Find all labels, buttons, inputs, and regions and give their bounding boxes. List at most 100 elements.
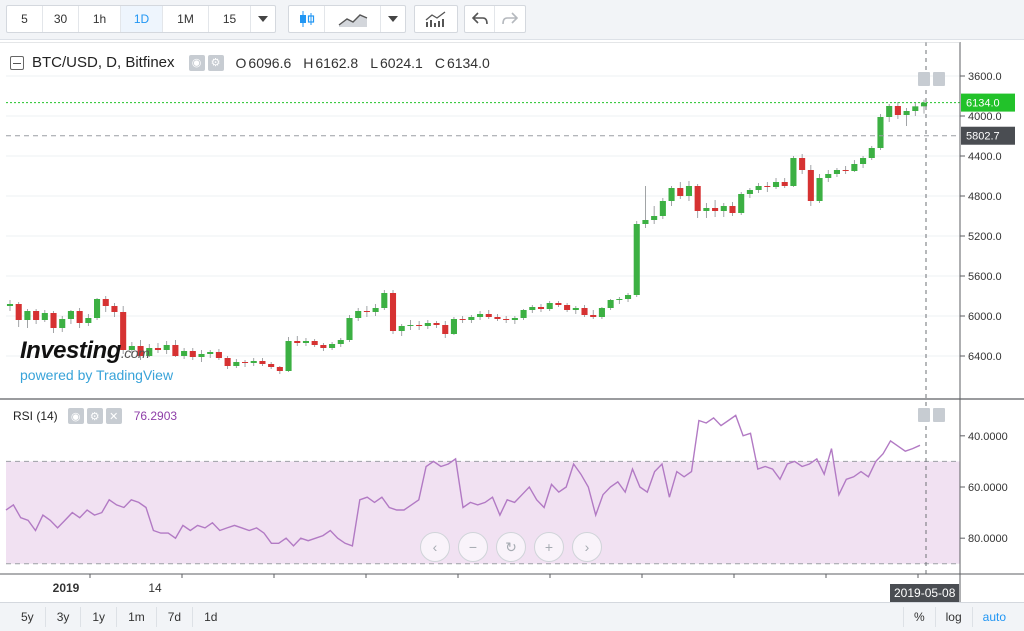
- chart-area[interactable]: 6134.0 5802.7 6400.0 6000.0 5600.0 5200.0 480…: [0, 42, 1024, 602]
- range-7d[interactable]: 7d: [157, 607, 194, 627]
- candle-body: [363, 311, 370, 312]
- candlestick-icon: [299, 11, 314, 27]
- close-icon[interactable]: ✕: [105, 408, 122, 424]
- candle-body: [555, 303, 562, 305]
- reset-button[interactable]: ↻: [496, 532, 526, 562]
- candles-style-button[interactable]: [289, 6, 325, 32]
- last-price-label: 6134.0: [966, 98, 1000, 110]
- main-legend: BTC/USD, D, Bitfinex ◉ ⚙ O 6096.6 H 6162.8…: [10, 54, 490, 71]
- visibility-icon[interactable]: ◉: [188, 54, 205, 71]
- area-style-button[interactable]: [325, 6, 381, 32]
- interval-5[interactable]: 5: [7, 6, 43, 32]
- range-1y[interactable]: 1y: [81, 607, 118, 627]
- price-tick-label: 4800.0: [968, 191, 1002, 203]
- bottom-bar: 5y 3y 1y 1m 7d 1d % log auto: [0, 602, 1024, 631]
- range-selector: 5y 3y 1y 1m 7d 1d: [10, 607, 228, 627]
- candle-body: [294, 341, 301, 343]
- undo-button[interactable]: [465, 6, 495, 32]
- history-group: [464, 5, 526, 33]
- rsi-tick-label: 80.0000: [968, 533, 1008, 545]
- candle-body: [372, 308, 379, 312]
- candle-body: [755, 186, 762, 190]
- auto-scale-button[interactable]: auto: [971, 607, 1016, 627]
- candle-body: [607, 300, 614, 308]
- indicators-group: [414, 5, 458, 33]
- candle-body: [494, 317, 501, 319]
- candle-body: [642, 220, 649, 224]
- candle-body: [50, 313, 57, 328]
- collapse-icon[interactable]: [10, 55, 24, 70]
- chevron-down-icon: [258, 16, 268, 22]
- range-5y[interactable]: 5y: [10, 607, 46, 627]
- candle-body: [590, 315, 597, 317]
- candle-body: [546, 303, 553, 309]
- plus-icon: +: [544, 539, 554, 555]
- log-scale-button[interactable]: log: [934, 607, 972, 627]
- candle-body: [407, 325, 414, 326]
- candle-body: [59, 319, 66, 328]
- candle-body: [468, 317, 475, 320]
- candle-body: [799, 158, 806, 170]
- interval-1d[interactable]: 1D: [121, 6, 163, 32]
- candle-body: [738, 194, 745, 213]
- settings-icon[interactable]: ⚙: [86, 408, 103, 424]
- candle-body: [329, 344, 336, 348]
- interval-1h[interactable]: 1h: [79, 6, 121, 32]
- low-value: L 6024.1: [370, 54, 423, 71]
- zoom-out-button[interactable]: −: [458, 532, 488, 562]
- price-tick-label: 6400.0: [968, 351, 1002, 363]
- candle-body: [511, 318, 518, 320]
- candle-body: [285, 341, 292, 371]
- area-chart-icon: [338, 14, 367, 27]
- interval-1m[interactable]: 1M: [163, 6, 209, 32]
- visibility-icon[interactable]: ◉: [67, 408, 84, 424]
- watermark: Investing.com powered by TradingView: [20, 337, 173, 383]
- candle-body: [181, 351, 188, 356]
- chart-canvas[interactable]: 6134.0 5802.7 6400.0 6000.0 5600.0 5200.0 480…: [0, 42, 1024, 602]
- high-value: H 6162.8: [303, 54, 359, 71]
- chart-app: 5 30 1h 1D 1M 15 6134.0 5802.7 6400.0 60…: [0, 0, 1024, 631]
- price-tick-label: 3600.0: [968, 71, 1002, 83]
- candle-body: [172, 345, 179, 356]
- scroll-right-button[interactable]: ›: [572, 532, 602, 562]
- rsi-tick-label: 40.0000: [968, 431, 1008, 443]
- undo-icon: [471, 12, 488, 25]
- rsi-title: RSI (14): [13, 409, 58, 423]
- candle-body: [833, 170, 840, 174]
- chart-toolbar: 5 30 1h 1D 1M 15: [0, 0, 1024, 40]
- price-tick-label: 5600.0: [968, 271, 1002, 283]
- candle-body: [912, 106, 919, 111]
- candle-body: [564, 305, 571, 310]
- candle-body: [720, 206, 727, 211]
- redo-button[interactable]: [495, 6, 525, 32]
- percent-scale-button[interactable]: %: [902, 607, 935, 627]
- interval-30[interactable]: 30: [43, 6, 79, 32]
- candle-body: [311, 341, 318, 345]
- tradingview-credit: powered by TradingView: [20, 367, 174, 383]
- candle-body: [459, 319, 466, 320]
- candle-body: [94, 299, 101, 318]
- candle-body: [259, 361, 266, 364]
- range-1m[interactable]: 1m: [117, 607, 157, 627]
- candle-body: [346, 318, 353, 340]
- chevron-down-icon: [388, 16, 398, 22]
- settings-icon[interactable]: ⚙: [207, 54, 224, 71]
- chart-style-dropdown-button[interactable]: [381, 6, 405, 32]
- zoom-in-button[interactable]: +: [534, 532, 564, 562]
- candle-body: [24, 311, 31, 320]
- candle-body: [250, 361, 257, 363]
- candle-body: [337, 340, 344, 344]
- candle-body: [851, 164, 858, 171]
- candle-body: [790, 158, 797, 186]
- indicators-icon: [425, 11, 446, 27]
- candle-body: [398, 326, 405, 331]
- interval-15[interactable]: 15: [209, 6, 251, 32]
- candle-body: [668, 188, 675, 201]
- interval-dropdown-button[interactable]: [251, 6, 275, 32]
- range-1d[interactable]: 1d: [193, 607, 228, 627]
- range-3y[interactable]: 3y: [46, 607, 82, 627]
- scroll-left-button[interactable]: ‹: [420, 532, 450, 562]
- indicators-button[interactable]: [415, 6, 457, 32]
- crosshair-date-label: 2019-05-08: [890, 584, 960, 602]
- candle-body: [485, 314, 492, 317]
